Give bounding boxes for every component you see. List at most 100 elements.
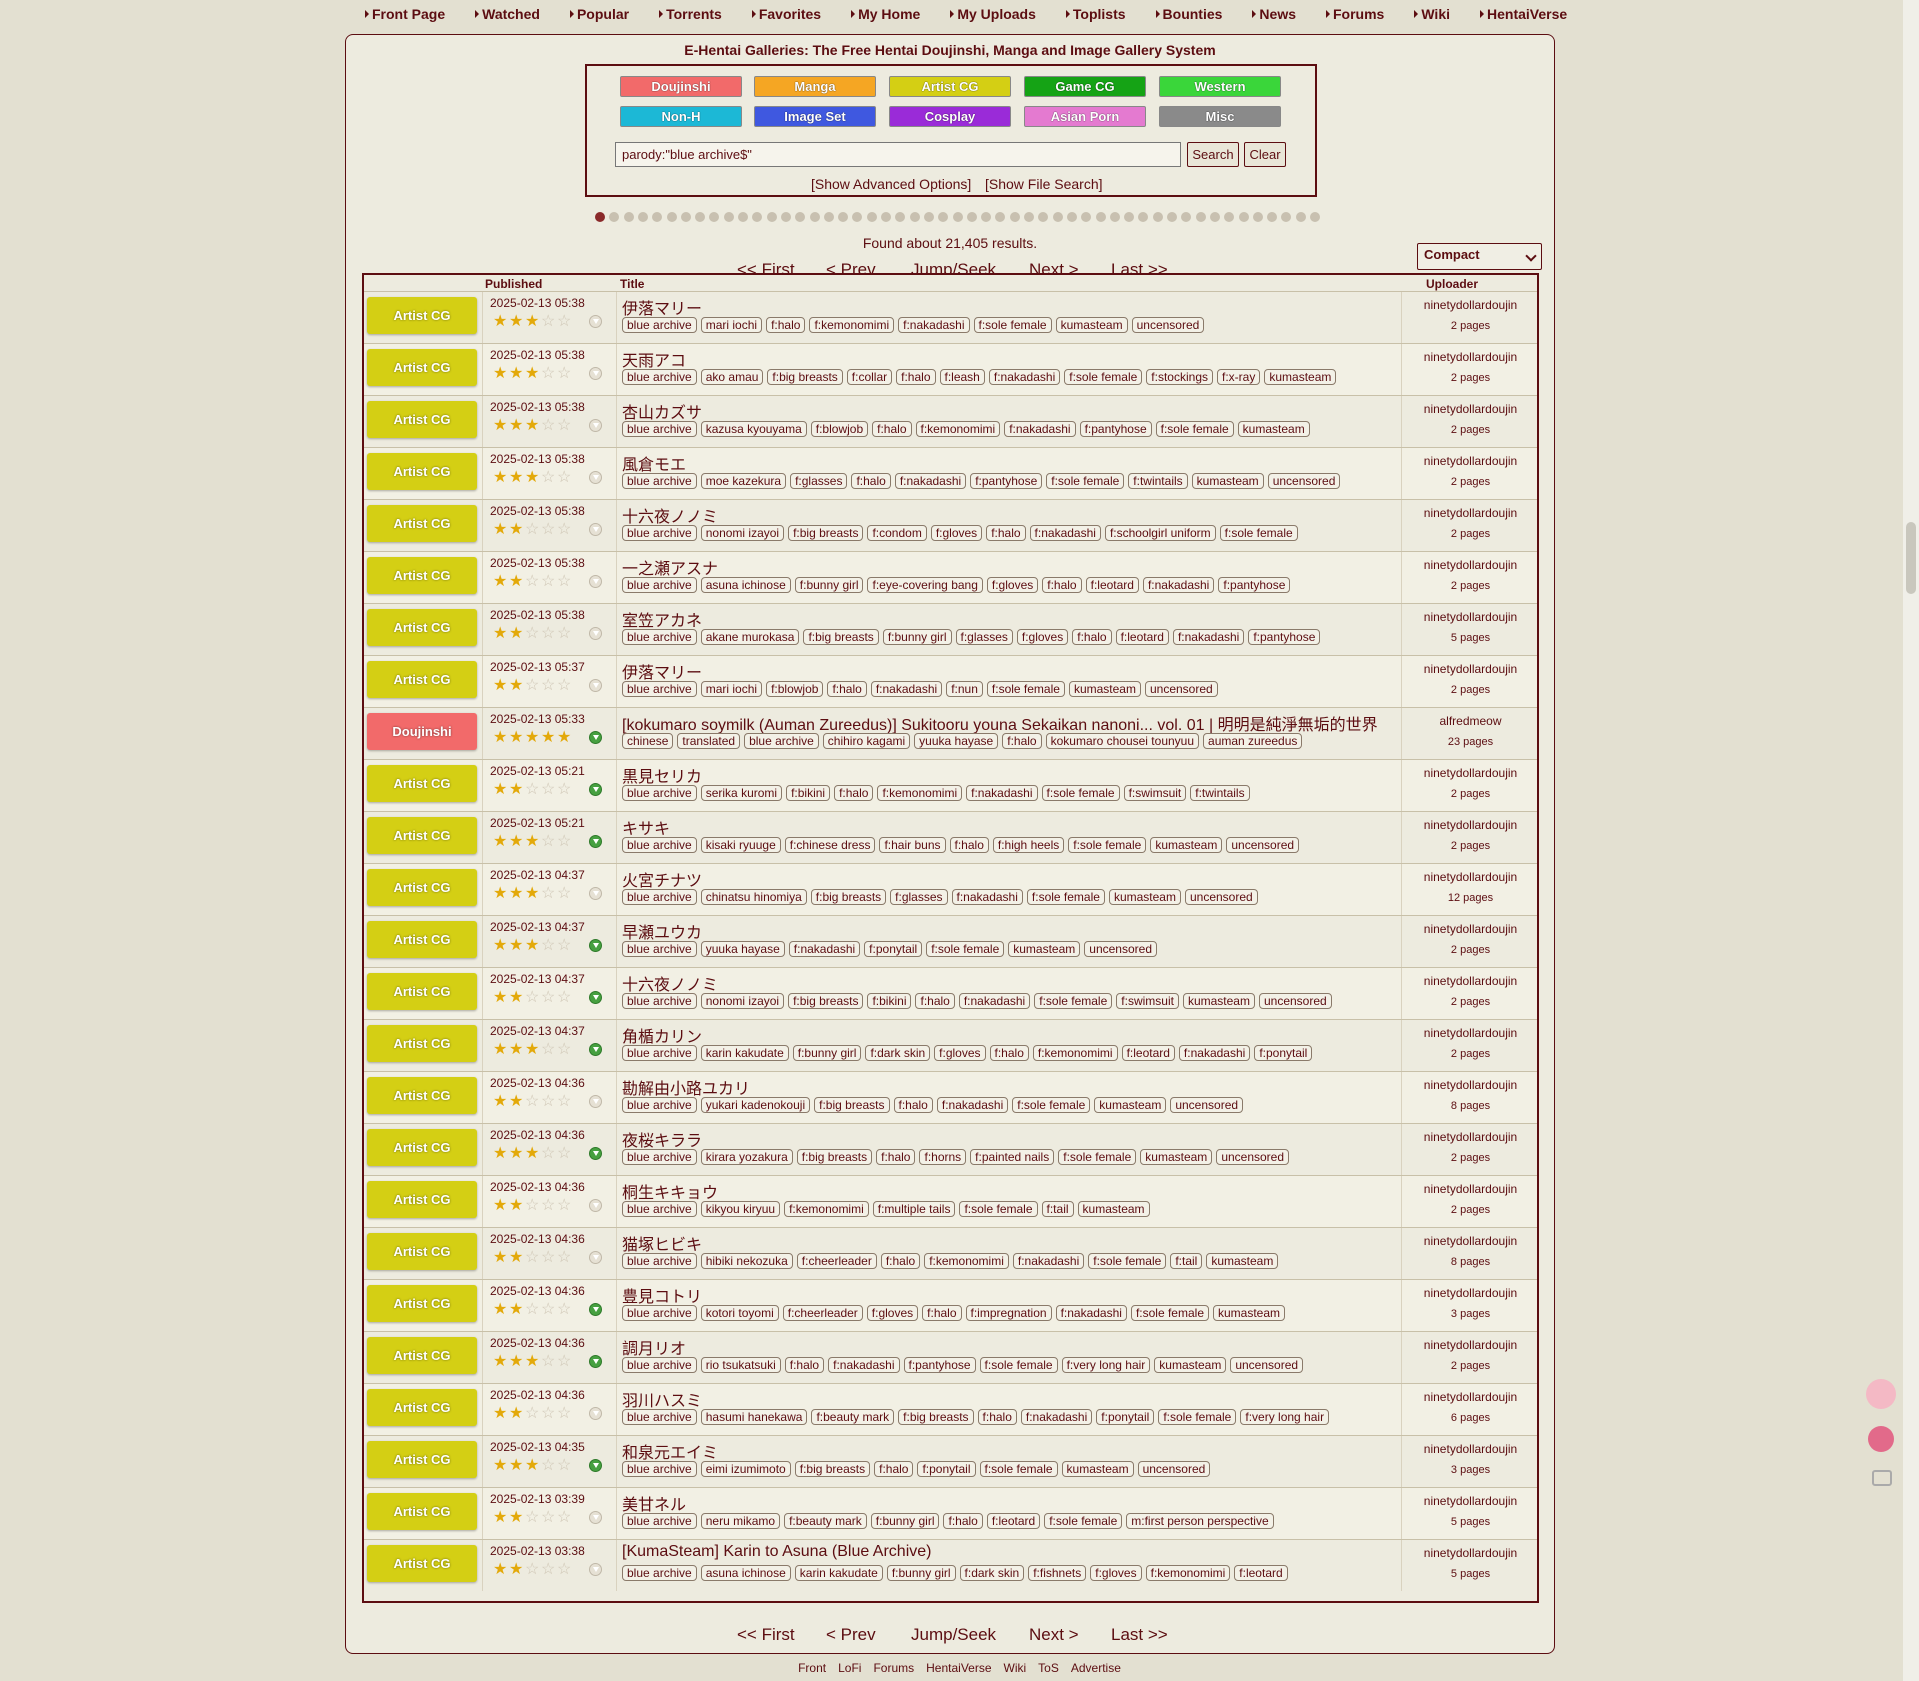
page-dot[interactable] <box>766 212 777 222</box>
uploader-link[interactable]: ninetydollardoujin <box>1404 974 1537 988</box>
tag[interactable]: f:halo <box>1002 733 1042 749</box>
tag[interactable]: f:halo <box>784 1357 825 1373</box>
page-dot[interactable] <box>1224 212 1235 222</box>
page-dot[interactable] <box>1238 212 1249 222</box>
tag[interactable]: kirara yozakura <box>700 1149 793 1165</box>
category-badge[interactable]: Artist CG <box>367 1025 477 1062</box>
scrollbar-thumb[interactable] <box>1906 522 1916 594</box>
download-icon[interactable] <box>589 783 602 796</box>
category-badge[interactable]: Artist CG <box>367 921 477 958</box>
category-artist-cg-button[interactable]: Artist CG <box>889 76 1011 97</box>
tag[interactable]: f:halo <box>827 681 867 697</box>
search-input[interactable] <box>615 142 1181 167</box>
page-dot[interactable] <box>1138 212 1149 222</box>
category-badge[interactable]: Artist CG <box>367 869 477 906</box>
footer-link-tos[interactable]: ToS <box>1038 1661 1059 1675</box>
tag[interactable]: f:big breasts <box>810 889 887 905</box>
tag[interactable]: f:big breasts <box>796 1149 873 1165</box>
page-dot[interactable] <box>623 212 634 222</box>
tag[interactable]: nonomi izayoi <box>700 993 785 1009</box>
tag[interactable]: f:gloves <box>1090 1565 1142 1581</box>
page-dot[interactable] <box>1310 212 1320 222</box>
tag[interactable]: f:nakadashi <box>1178 1045 1251 1061</box>
category-badge[interactable]: Artist CG <box>367 297 477 334</box>
pager-first[interactable]: << First <box>737 1625 795 1645</box>
nav-item-bounties[interactable]: Bounties <box>1141 6 1238 22</box>
gallery-title-link[interactable]: 火宮チナツ <box>622 867 702 891</box>
page-dot[interactable] <box>723 212 734 222</box>
page-dot[interactable] <box>866 212 877 222</box>
tag[interactable]: f:sole female <box>926 941 1005 957</box>
page-dot[interactable] <box>1024 212 1034 222</box>
tag[interactable]: f:big breasts <box>898 1409 974 1425</box>
nav-item-my-home[interactable]: My Home <box>836 6 935 22</box>
category-western-button[interactable]: Western <box>1159 76 1281 97</box>
download-icon[interactable] <box>589 1251 602 1264</box>
page-dot[interactable] <box>1066 212 1077 222</box>
tag[interactable]: f:sole female <box>1064 369 1143 385</box>
page-dot[interactable] <box>1281 212 1292 222</box>
page-dot[interactable] <box>752 212 763 222</box>
show-file-search-link[interactable]: [Show File Search] <box>985 176 1103 192</box>
tag[interactable]: kumasteam <box>1150 837 1223 853</box>
tag[interactable]: f:hair buns <box>879 837 946 853</box>
tag[interactable]: uncensored <box>1216 1149 1290 1165</box>
footer-link-hentaiverse[interactable]: HentaiVerse <box>926 1661 991 1675</box>
gallery-title-link[interactable]: 天雨アコ <box>622 347 686 371</box>
page-dot[interactable] <box>952 212 963 222</box>
tag[interactable]: f:big breasts <box>767 369 843 385</box>
tag[interactable]: chinese <box>622 733 674 749</box>
category-badge[interactable]: Artist CG <box>367 817 477 854</box>
tag[interactable]: f:fishnets <box>1028 1565 1087 1581</box>
category-badge[interactable]: Artist CG <box>367 557 477 594</box>
download-icon[interactable] <box>589 1199 602 1212</box>
page-dot[interactable] <box>838 212 849 222</box>
page-dot[interactable] <box>1267 212 1278 222</box>
page-dot[interactable] <box>1095 212 1106 222</box>
category-badge[interactable]: Artist CG <box>367 453 477 490</box>
tag[interactable]: blue archive <box>622 1357 697 1373</box>
download-icon[interactable] <box>589 315 602 328</box>
category-badge[interactable]: Artist CG <box>367 505 477 542</box>
tag[interactable]: f:collar <box>846 369 893 385</box>
page-dot[interactable] <box>1109 212 1120 222</box>
tag[interactable]: asuna ichinose <box>700 577 791 593</box>
tag[interactable]: f:blowjob <box>766 681 824 697</box>
tag[interactable]: blue archive <box>622 993 697 1009</box>
download-icon[interactable] <box>589 1043 602 1056</box>
category-asian-porn-button[interactable]: Asian Porn <box>1024 106 1146 127</box>
tag[interactable]: f:bunny girl <box>882 629 952 645</box>
tag[interactable]: hibiki nekozuka <box>700 1253 793 1269</box>
tag[interactable]: chihiro kagami <box>822 733 911 749</box>
page-dot[interactable] <box>938 212 949 222</box>
download-icon[interactable] <box>589 627 602 640</box>
tag[interactable]: blue archive <box>622 1253 697 1269</box>
tag[interactable]: f:gloves <box>934 1045 986 1061</box>
tag[interactable]: f:big breasts <box>788 525 864 541</box>
page-dot[interactable] <box>1209 212 1220 222</box>
gallery-title-link[interactable]: キサキ <box>622 815 670 839</box>
uploader-link[interactable]: ninetydollardoujin <box>1404 1442 1537 1456</box>
nav-item-front-page[interactable]: Front Page <box>350 6 460 22</box>
tag[interactable]: f:big breasts <box>794 1461 871 1477</box>
gallery-title-link[interactable]: [KumaSteam] Karin to Asuna (Blue Archive… <box>622 1543 931 1561</box>
tag[interactable]: f:nun <box>946 681 983 697</box>
gallery-title-link[interactable]: 黒見セリカ <box>622 763 702 787</box>
tag[interactable]: kumasteam <box>1077 1201 1150 1217</box>
gallery-title-link[interactable]: 室笠アカネ <box>622 607 702 631</box>
page-dot[interactable] <box>1052 212 1063 222</box>
uploader-link[interactable]: ninetydollardoujin <box>1404 1546 1537 1560</box>
tag[interactable]: kumasteam <box>1213 1305 1286 1321</box>
tag[interactable]: f:bunny girl <box>870 1513 940 1529</box>
tag[interactable]: kumasteam <box>1237 421 1310 437</box>
tag[interactable]: f:sole female <box>1046 473 1125 489</box>
page-dot[interactable] <box>909 212 920 222</box>
gallery-title-link[interactable]: 風倉モエ <box>622 451 686 475</box>
tag[interactable]: f:swimsuit <box>1123 785 1187 801</box>
tag[interactable]: blue archive <box>622 1045 697 1061</box>
tag[interactable]: f:halo <box>872 421 912 437</box>
tag[interactable]: kokumaro chousei tounyuu <box>1045 733 1200 749</box>
tag[interactable]: f:halo <box>851 473 891 489</box>
nav-item-news[interactable]: News <box>1237 6 1311 22</box>
uploader-link[interactable]: ninetydollardoujin <box>1404 1078 1537 1092</box>
